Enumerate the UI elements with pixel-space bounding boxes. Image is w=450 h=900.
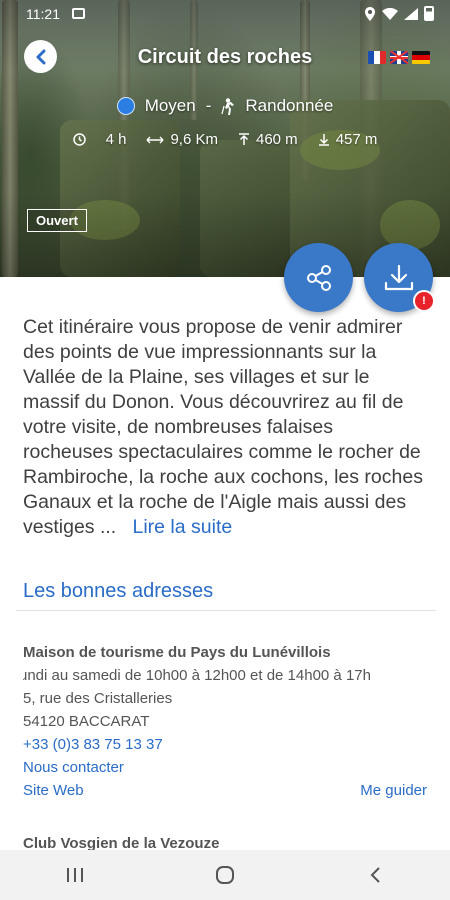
address-name: Maison de tourisme du Pays du Lunévilloi… (23, 644, 331, 661)
addresses-section-title: Les bonnes adresses (23, 580, 214, 602)
description: Cet itinéraire vous propose de venir adm… (23, 315, 423, 540)
hero-image: 11:21 Circuit des roches Moyen - Randonn… (0, 0, 450, 277)
battery-icon (424, 6, 434, 21)
flag-english-icon[interactable] (390, 51, 408, 64)
signal-icon (404, 7, 418, 20)
address-hours: undi au samedi de 10h00 à 12h00 et de 14… (23, 667, 371, 684)
home-button[interactable] (195, 865, 255, 885)
recent-apps-button[interactable] (45, 867, 105, 883)
status-badge: Ouvert (27, 209, 87, 232)
clock-icon (72, 133, 86, 146)
notification-badge: ! (413, 290, 435, 312)
wifi-icon (382, 7, 398, 20)
activity-label: Randonnée (245, 96, 334, 115)
back-button[interactable] (24, 40, 57, 73)
image-notification-icon (72, 8, 85, 19)
distance-value: 9,6 Km (170, 131, 218, 148)
ascent-icon (238, 133, 249, 145)
share-icon (306, 264, 331, 291)
trail-summary: Moyen - Randonnée (0, 96, 450, 116)
system-back-button[interactable] (345, 866, 405, 884)
read-more-link[interactable]: Lire la suite (132, 516, 232, 538)
difficulty-label: Moyen (144, 96, 196, 115)
address-street: 5, rue des Cristalleries (23, 690, 173, 707)
chevron-left-icon (36, 49, 45, 64)
difficulty-dot-icon (116, 97, 135, 115)
language-selector (368, 51, 430, 64)
descent-value: 457 m (335, 131, 378, 148)
status-time: 11:21 (26, 6, 60, 22)
flag-french-icon[interactable] (368, 51, 386, 64)
share-button[interactable] (284, 243, 353, 312)
distance-icon (146, 136, 164, 143)
guide-button[interactable]: Me guider (360, 779, 427, 802)
phone-link[interactable]: +33 (0)3 83 75 13 37 (23, 733, 433, 756)
description-text: Cet itinéraire vous propose de venir adm… (23, 316, 423, 538)
trail-stats: 4 h 9,6 Km 460 m 457 m (0, 131, 450, 148)
recents-icon (67, 868, 83, 882)
ascent-value: 460 m (255, 131, 298, 148)
meta-separator: - (205, 96, 212, 115)
system-nav-bar (0, 850, 450, 900)
address-city: 54120 BACCARAT (23, 713, 150, 730)
location-icon (365, 6, 375, 21)
address-card: Maison de tourisme du Pays du Lunévilloi… (23, 641, 433, 802)
descent-icon (318, 134, 329, 146)
hiker-icon (221, 97, 235, 115)
status-bar: 11:21 (0, 0, 450, 28)
back-arrow-icon (370, 867, 380, 883)
flag-german-icon[interactable] (412, 51, 430, 64)
website-link[interactable]: Site Web (23, 782, 84, 799)
page-title: Circuit des roches (137, 46, 313, 68)
duration-value: 4 h (105, 131, 127, 148)
home-icon (216, 866, 234, 884)
download-icon (384, 264, 413, 290)
divider (16, 610, 436, 611)
contact-link[interactable]: Nous contacter (23, 756, 433, 779)
